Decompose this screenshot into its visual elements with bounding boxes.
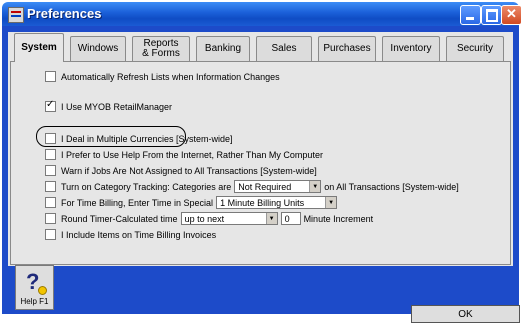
tab-purchases[interactable]: Purchases xyxy=(318,36,376,61)
option-help-internet[interactable]: I Prefer to Use Help From the Internet, … xyxy=(45,148,323,161)
option-label: Round Timer-Calculated time xyxy=(61,213,178,224)
tab-label: Reports & Forms xyxy=(142,38,180,59)
option-label: Warn if Jobs Are Not Assigned to All Tra… xyxy=(61,165,317,176)
option-label: I Deal in Multiple Currencies [System-wi… xyxy=(61,133,233,144)
close-button[interactable] xyxy=(501,5,521,25)
chevron-down-icon[interactable]: ▼ xyxy=(265,213,277,224)
tab-security[interactable]: Security xyxy=(446,36,504,61)
tab-windows[interactable]: Windows xyxy=(70,36,126,61)
multi-currency-checkbox[interactable] xyxy=(45,133,56,144)
app-icon xyxy=(8,7,24,23)
include-items-checkbox[interactable] xyxy=(45,229,56,240)
option-retail-manager[interactable]: I Use MYOB RetailManager xyxy=(45,99,173,113)
tab-inventory[interactable]: Inventory xyxy=(382,36,440,61)
help-label: Help F1 xyxy=(20,297,49,306)
option-refresh-lists[interactable]: Automatically Refresh Lists when Informa… xyxy=(45,70,280,83)
option-label: I Prefer to Use Help From the Internet, … xyxy=(61,149,323,160)
maximize-button[interactable] xyxy=(481,5,502,25)
option-include-items[interactable]: I Include Items on Time Billing Invoices xyxy=(45,228,216,241)
option-round-timer[interactable]: Round Timer-Calculated time up to next ▼… xyxy=(45,212,373,225)
preferences-window: Preferences System Windows Reports & For… xyxy=(0,0,521,323)
system-tab-panel: Automatically Refresh Lists when Informa… xyxy=(10,61,511,265)
category-requirement-select[interactable]: Not Required ▼ xyxy=(234,180,322,193)
tab-sales[interactable]: Sales xyxy=(256,36,312,61)
warn-jobs-checkbox[interactable] xyxy=(45,165,56,176)
tab-label: Banking xyxy=(204,43,242,54)
option-multi-currency[interactable]: I Deal in Multiple Currencies [System-wi… xyxy=(45,132,233,145)
select-value: Not Required xyxy=(238,181,292,192)
chevron-down-icon[interactable]: ▼ xyxy=(325,197,337,208)
option-label: I Use MYOB RetailManager xyxy=(61,101,173,112)
rounding-mode-select[interactable]: up to next ▼ xyxy=(180,212,278,225)
retail-manager-checkbox[interactable] xyxy=(45,99,56,112)
tab-label: Sales xyxy=(271,43,297,54)
option-label: Automatically Refresh Lists when Informa… xyxy=(61,71,280,82)
tab-label: Purchases xyxy=(323,43,371,54)
category-tracking-checkbox[interactable] xyxy=(45,181,56,192)
select-value: 1 Minute Billing Units xyxy=(220,197,305,208)
option-label: I Include Items on Time Billing Invoices xyxy=(61,229,217,240)
option-suffix: on All Transactions [System-wide] xyxy=(324,181,459,192)
time-billing-checkbox[interactable] xyxy=(45,197,56,208)
question-mark-help-icon: ? xyxy=(26,270,47,295)
option-category-tracking[interactable]: Turn on Category Tracking: Categories ar… xyxy=(45,180,459,193)
tab-label: System xyxy=(21,42,57,53)
round-timer-checkbox[interactable] xyxy=(45,213,56,224)
option-label: For Time Billing, Enter Time in Special xyxy=(61,197,214,208)
option-suffix: Minute Increment xyxy=(303,213,374,224)
option-warn-jobs[interactable]: Warn if Jobs Are Not Assigned to All Tra… xyxy=(45,164,317,177)
window-title: Preferences xyxy=(27,6,102,21)
refresh-lists-checkbox[interactable] xyxy=(45,71,56,82)
minute-increment-input[interactable]: 0 xyxy=(280,212,301,225)
help-internet-checkbox[interactable] xyxy=(45,149,56,160)
chevron-down-icon[interactable]: ▼ xyxy=(309,181,321,192)
tab-label: Windows xyxy=(77,43,119,54)
option-time-billing[interactable]: For Time Billing, Enter Time in Special … xyxy=(45,196,340,209)
title-bar[interactable]: Preferences xyxy=(2,2,521,26)
select-value: up to next xyxy=(184,213,225,224)
tab-reports-forms[interactable]: Reports & Forms xyxy=(132,36,190,61)
minimize-button[interactable] xyxy=(460,5,481,25)
option-label: Turn on Category Tracking: Categories ar… xyxy=(61,181,232,192)
billing-units-select[interactable]: 1 Minute Billing Units ▼ xyxy=(216,196,338,209)
tab-label: Inventory xyxy=(390,43,432,54)
tab-label: Security xyxy=(456,43,494,54)
help-button[interactable]: ? Help F1 xyxy=(15,265,54,310)
tab-banking[interactable]: Banking xyxy=(196,36,250,61)
tab-control: System Windows Reports & Forms Banking S… xyxy=(8,32,513,266)
ok-button[interactable]: OK xyxy=(411,305,520,323)
ok-label: OK xyxy=(458,308,473,320)
tab-system[interactable]: System xyxy=(14,33,64,62)
dialog-body: System Windows Reports & Forms Banking S… xyxy=(2,26,520,323)
